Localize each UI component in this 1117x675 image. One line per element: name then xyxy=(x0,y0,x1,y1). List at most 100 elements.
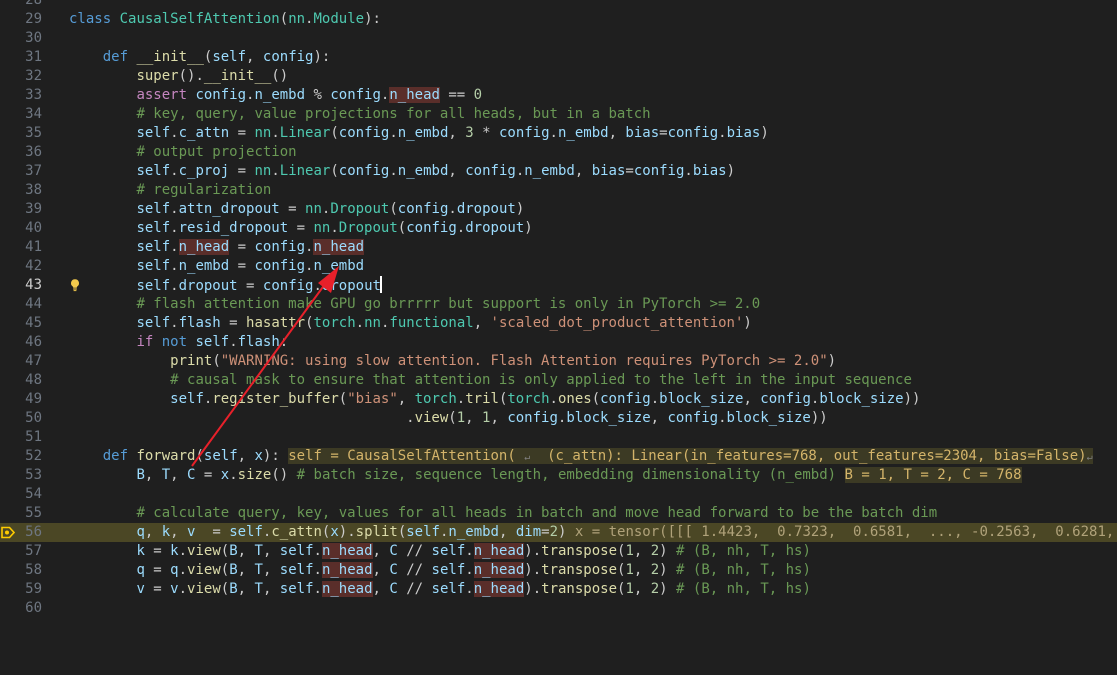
code-line[interactable]: 38 # regularization xyxy=(0,181,1117,200)
code-line-debug-paused[interactable]: 56 q, k, v = self.c_attn(x).split(self.n… xyxy=(0,523,1117,542)
code-line[interactable]: 55 # calculate query, key, values for al… xyxy=(0,504,1117,523)
line-number: 36 xyxy=(25,144,42,160)
line-code: q, k, v = self.c_attn(x).split(self.n_em… xyxy=(136,524,1115,540)
line-number: 32 xyxy=(25,68,42,84)
line-number: 41 xyxy=(25,239,42,255)
line-code: # output projection xyxy=(136,144,297,160)
line-code: self.c_proj = nn.Linear(config.n_embd, c… xyxy=(136,163,736,179)
line-number: 37 xyxy=(25,163,42,179)
gutter: 45 xyxy=(0,314,64,333)
code-line[interactable]: 31 def __init__(self, config): xyxy=(0,48,1117,67)
text-cursor xyxy=(379,276,382,293)
line-number: 30 xyxy=(25,30,42,46)
gutter: 48 xyxy=(0,371,64,390)
line-number: 31 xyxy=(25,49,42,65)
code-line[interactable]: 58 q = q.view(B, T, self.n_head, C // se… xyxy=(0,561,1117,580)
gutter: 47 xyxy=(0,352,64,371)
line-number: 45 xyxy=(25,315,42,331)
code-line[interactable]: 33 assert config.n_embd % config.n_head … xyxy=(0,86,1117,105)
gutter: 46 xyxy=(0,333,64,352)
gutter: 44 xyxy=(0,295,64,314)
line-code: self.n_embd = config.n_embd xyxy=(136,258,365,274)
code-line[interactable]: 37 self.c_proj = nn.Linear(config.n_embd… xyxy=(0,162,1117,181)
code-line[interactable]: 60 xyxy=(0,599,1117,618)
line-number: 50 xyxy=(25,410,42,426)
gutter: 52 xyxy=(0,447,64,466)
line-code: k = k.view(B, T, self.n_head, C // self.… xyxy=(136,543,811,559)
line-number: 47 xyxy=(25,353,42,369)
code-line[interactable]: 48 # causal mask to ensure that attentio… xyxy=(0,371,1117,390)
code-line[interactable]: 29 class CausalSelfAttention(nn.Module): xyxy=(0,10,1117,29)
line-number: 39 xyxy=(25,201,42,217)
code-line[interactable]: 54 xyxy=(0,485,1117,504)
gutter: 39 xyxy=(0,200,64,219)
gutter: 42 xyxy=(0,257,64,276)
code-line[interactable]: 32 super().__init__() xyxy=(0,67,1117,86)
line-code: B, T, C = x.size() # batch size, sequenc… xyxy=(136,467,1022,483)
line-number: 29 xyxy=(25,11,42,27)
code-editor[interactable]: 28 29 class CausalSelfAttention(nn.Modul… xyxy=(0,0,1117,618)
code-line[interactable]: 47 print("WARNING: using slow attention.… xyxy=(0,352,1117,371)
code-line[interactable]: 51 xyxy=(0,428,1117,447)
line-code: self.n_head = config.n_head xyxy=(136,239,365,255)
code-line[interactable]: 42 self.n_embd = config.n_embd xyxy=(0,257,1117,276)
line-code: q = q.view(B, T, self.n_head, C // self.… xyxy=(136,562,811,578)
code-line[interactable]: 41 self.n_head = config.n_head xyxy=(0,238,1117,257)
code-line[interactable]: 40 self.resid_dropout = nn.Dropout(confi… xyxy=(0,219,1117,238)
line-number: 46 xyxy=(25,334,42,350)
code-line[interactable]: 53 B, T, C = x.size() # batch size, sequ… xyxy=(0,466,1117,485)
code-line[interactable]: 52 def forward(self, x): self = CausalSe… xyxy=(0,447,1117,466)
line-code: super().__init__() xyxy=(136,68,289,84)
gutter: 60 xyxy=(0,599,64,618)
line-number: 59 xyxy=(25,581,42,597)
line-code: .view(1, 1, config.block_size, config.bl… xyxy=(69,410,828,426)
code-line[interactable]: 39 self.attn_dropout = nn.Dropout(config… xyxy=(0,200,1117,219)
code-line[interactable]: 28 xyxy=(0,0,1117,10)
code-line[interactable]: 35 self.c_attn = nn.Linear(config.n_embd… xyxy=(0,124,1117,143)
code-line[interactable]: 36 # output projection xyxy=(0,143,1117,162)
code-line[interactable]: 57 k = k.view(B, T, self.n_head, C // se… xyxy=(0,542,1117,561)
line-code: # regularization xyxy=(136,182,272,198)
inline-value-self: self = CausalSelfAttention( ↵ (c_attn): … xyxy=(288,448,1093,464)
gutter: 34 xyxy=(0,105,64,124)
line-number: 56 xyxy=(25,524,42,540)
gutter: 57 xyxy=(0,542,64,561)
line-code: def __init__(self, config): xyxy=(102,49,331,65)
line-number: 40 xyxy=(25,220,42,236)
gutter: 41 xyxy=(0,238,64,257)
line-code: assert config.n_embd % config.n_head == … xyxy=(136,87,483,103)
line-number: 54 xyxy=(25,486,42,502)
line-code: # key, query, value projections for all … xyxy=(136,106,651,122)
debug-pointer-icon[interactable] xyxy=(1,526,15,539)
line-number: 38 xyxy=(25,182,42,198)
line-code: # flash attention make GPU go brrrrr but… xyxy=(136,296,761,312)
gutter: 51 xyxy=(0,428,64,447)
line-number: 44 xyxy=(25,296,42,312)
line-code: self.attn_dropout = nn.Dropout(config.dr… xyxy=(136,201,525,217)
gutter: 40 xyxy=(0,219,64,238)
line-number: 57 xyxy=(25,543,42,559)
inline-value-x: x = tensor([[[ 1.4423, 0.7323, 0.6581, .… xyxy=(574,524,1115,540)
code-line[interactable]: 30 xyxy=(0,29,1117,48)
code-line[interactable]: 45 self.flash = hasattr(torch.nn.functio… xyxy=(0,314,1117,333)
gutter: 58 xyxy=(0,561,64,580)
code-line[interactable]: 50 .view(1, 1, config.block_size, config… xyxy=(0,409,1117,428)
line-number: 42 xyxy=(25,258,42,274)
code-line[interactable]: 49 self.register_buffer("bias", torch.tr… xyxy=(0,390,1117,409)
code-line-current[interactable]: 43 self.dropout = config.dropout xyxy=(0,276,1117,295)
line-number: 35 xyxy=(25,125,42,141)
gutter: 38 xyxy=(0,181,64,200)
code-line[interactable]: 34 # key, query, value projections for a… xyxy=(0,105,1117,124)
line-code: print("WARNING: using slow attention. Fl… xyxy=(170,353,837,369)
line-code: # calculate query, key, values for all h… xyxy=(136,505,938,521)
line-code: self.resid_dropout = nn.Dropout(config.d… xyxy=(136,220,533,236)
code-line[interactable]: 44 # flash attention make GPU go brrrrr … xyxy=(0,295,1117,314)
gutter: 28 xyxy=(0,0,64,10)
gutter: 30 xyxy=(0,29,64,48)
line-number: 49 xyxy=(25,391,42,407)
gutter: 32 xyxy=(0,67,64,86)
code-line[interactable]: 46 if not self.flash: xyxy=(0,333,1117,352)
line-number: 28 xyxy=(25,0,42,8)
code-line[interactable]: 59 v = v.view(B, T, self.n_head, C // se… xyxy=(0,580,1117,599)
line-code: def forward(self, x): self = CausalSelfA… xyxy=(102,448,1093,464)
